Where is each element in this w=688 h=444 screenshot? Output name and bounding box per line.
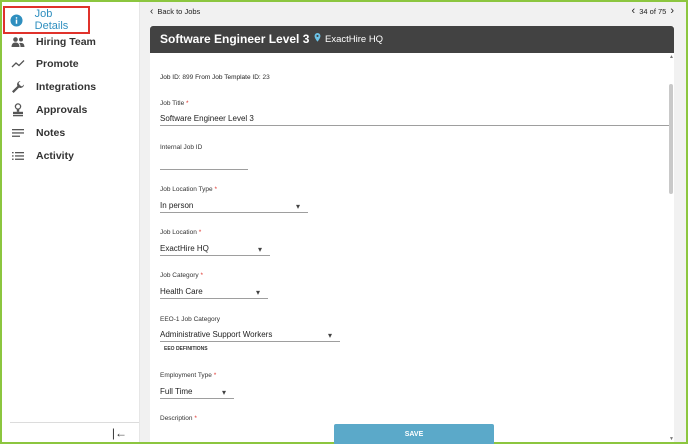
- list-icon: [10, 148, 26, 164]
- job-ids: Job ID: 899 From Job Template ID: 23: [160, 74, 270, 81]
- job-title-heading: Software Engineer Level 3: [160, 32, 310, 46]
- back-to-jobs-link[interactable]: ‹ Back to Jobs: [150, 5, 201, 17]
- internal-job-id-label: Internal Job ID: [160, 144, 203, 151]
- scroll-down-icon[interactable]: ▼: [669, 436, 674, 442]
- sidebar-item-label: Approvals: [36, 104, 88, 116]
- job-header: Software Engineer Level 3 ExactHire HQ: [150, 26, 674, 53]
- description-label: Description *: [160, 415, 197, 422]
- previous-job-icon[interactable]: ‹: [628, 6, 640, 17]
- sidebar-item-approvals[interactable]: Approvals: [6, 98, 133, 122]
- eeo-category-select[interactable]: Administrative Support Workers: [160, 329, 340, 342]
- sidebar-item-label: Activity: [36, 150, 74, 162]
- sidebar-item-label: Promote: [36, 58, 79, 70]
- sidebar-item-label: Integrations: [36, 81, 97, 93]
- job-location-label: Job Location *: [160, 229, 202, 236]
- notes-icon: [10, 125, 26, 141]
- sidebar-item-activity[interactable]: Activity: [6, 144, 133, 168]
- collapse-sidebar-icon[interactable]: |←: [112, 426, 127, 440]
- pager: ‹ 34 of 75 ›: [628, 6, 678, 17]
- scrollbar[interactable]: ▲ ▼: [668, 54, 674, 442]
- chevron-down-icon[interactable]: ▾: [256, 288, 260, 297]
- job-location-select[interactable]: ExactHire HQ: [160, 243, 270, 256]
- location-pin-icon: [314, 33, 321, 45]
- chevron-down-icon[interactable]: ▾: [222, 388, 226, 397]
- main-panel: ‹ Back to Jobs ‹ 34 of 75 › Software Eng…: [140, 2, 686, 442]
- scroll-up-icon[interactable]: ▲: [669, 54, 674, 60]
- chevron-down-icon[interactable]: ▾: [258, 245, 262, 254]
- sidebar-item-label: Notes: [36, 127, 66, 139]
- info-icon: [9, 12, 25, 28]
- header-location-text: ExactHire HQ: [325, 33, 384, 45]
- top-bar: ‹ Back to Jobs ‹ 34 of 75 ›: [140, 2, 686, 24]
- job-location-type-select[interactable]: In person: [160, 200, 308, 213]
- sidebar-item-label: Job Details: [34, 8, 69, 32]
- sidebar-item-label: Hiring Team: [36, 36, 96, 48]
- eeo-definitions-link[interactable]: EEO DEFINITIONS: [164, 346, 208, 352]
- chevron-down-icon[interactable]: ▾: [328, 331, 332, 340]
- people-icon: [10, 34, 26, 50]
- pager-count: 34 of 75: [639, 6, 667, 16]
- internal-job-id-field[interactable]: [160, 157, 248, 170]
- job-id-label: Job ID:: [160, 74, 181, 81]
- job-location-type-label: Job Location Type *: [160, 186, 217, 193]
- wrench-icon: [10, 79, 26, 95]
- eeo-category-label: EEO-1 Job Category: [160, 316, 220, 323]
- template-id-value: 23: [262, 74, 270, 81]
- save-button[interactable]: SAVE: [334, 424, 494, 444]
- back-label: Back to Jobs: [157, 7, 201, 16]
- job-location-header: ExactHire HQ: [314, 33, 383, 45]
- sidebar: Job Details Hiring Team Promote Integrat…: [2, 2, 139, 442]
- trend-icon: [10, 56, 26, 72]
- next-job-icon[interactable]: ›: [666, 6, 678, 17]
- template-id-label: From Job Template ID:: [195, 74, 261, 81]
- chevron-down-icon[interactable]: ▾: [296, 202, 300, 211]
- scrollbar-thumb[interactable]: [669, 84, 673, 194]
- sidebar-item-promote[interactable]: Promote: [6, 52, 133, 76]
- stamp-icon: [10, 102, 26, 118]
- job-id-value: 899: [182, 74, 194, 81]
- employment-type-label: Employment Type *: [160, 372, 217, 379]
- job-title-label: Job Title *: [160, 100, 189, 107]
- chevron-left-icon: ‹: [150, 5, 154, 17]
- job-details-card: Software Engineer Level 3 ExactHire HQ J…: [150, 26, 674, 442]
- sidebar-item-hiring-team[interactable]: Hiring Team: [6, 30, 133, 54]
- job-category-select[interactable]: Health Care: [160, 286, 268, 299]
- sidebar-item-integrations[interactable]: Integrations: [6, 75, 133, 99]
- job-category-label: Job Category *: [160, 272, 204, 279]
- sidebar-footer: |←: [10, 422, 139, 440]
- sidebar-item-notes[interactable]: Notes: [6, 121, 133, 145]
- job-title-field[interactable]: Software Engineer Level 3: [160, 113, 669, 126]
